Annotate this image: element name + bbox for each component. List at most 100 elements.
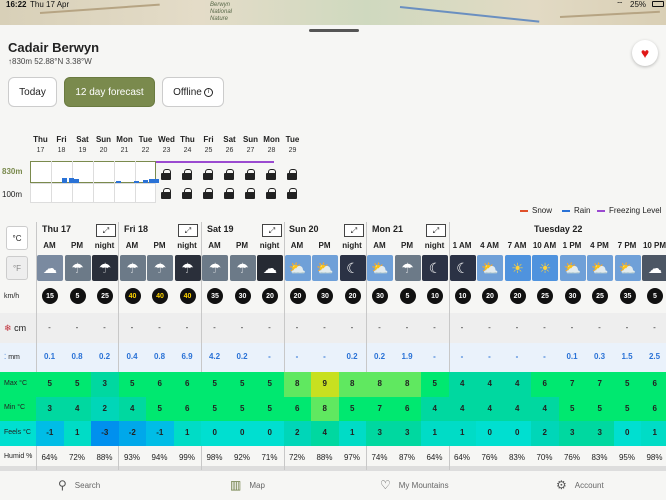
wind-speed-badge: 35	[207, 288, 223, 304]
min-temp-cell: 6	[283, 397, 311, 422]
wind-speed-badge: 10	[454, 288, 471, 304]
feels-temp-cell: 1	[173, 421, 201, 446]
rain-cell: 0.2	[373, 352, 386, 361]
min-temp-cell: 5	[146, 397, 174, 422]
rain-cell: 0.4	[126, 352, 138, 361]
nav-map-label: Map	[249, 480, 265, 490]
max-temp-cell: 5	[36, 372, 64, 397]
rain-unit-text: mm	[8, 354, 20, 361]
forecast-table: Thu 17 Fri 18 Sat 19 Sun 20 Mon 21 Tuesday 22…	[0, 0, 666, 470]
day-header: Sat 19	[207, 224, 234, 234]
hour-label: 1 AM	[452, 241, 472, 250]
cloud-icon: ☁	[642, 255, 666, 281]
snow-cell: -	[515, 323, 519, 332]
humidity-cell: 98%	[206, 453, 223, 462]
sun-cloud-icon: ⛅	[559, 255, 586, 281]
min-temp-cell: 5	[201, 397, 229, 422]
nav-account[interactable]: ⚙ Account	[556, 478, 604, 492]
humidity-cell: 71%	[261, 453, 278, 462]
feels-temp-cell: 1	[63, 421, 91, 446]
wind-unit-label: km/h	[4, 293, 20, 300]
min-temp-cell: 6	[173, 397, 201, 422]
cloud-rain-icon: ☂	[119, 255, 146, 281]
snow-cell: -	[598, 323, 601, 332]
wind-speed-badge: 30	[234, 288, 251, 304]
sun-cloud-icon: ⛅	[477, 255, 503, 281]
wind-speed-badge: 20	[289, 288, 306, 304]
nav-my-mountains[interactable]: ♡ My Mountains	[380, 478, 449, 492]
rain-cell: -	[268, 352, 271, 361]
rain-cell: 1.5	[621, 352, 633, 361]
hour-label: AM	[125, 241, 139, 250]
hour-label: night	[177, 241, 197, 250]
rain-cell: 0.2	[98, 352, 111, 361]
min-temp-cell: 4	[421, 397, 449, 422]
sun-icon: ☀	[532, 255, 558, 281]
expand-day-button[interactable]: ⤢	[178, 224, 198, 237]
snow-cell: -	[488, 323, 491, 332]
wind-speed-badge: 10	[427, 288, 443, 304]
expand-day-button[interactable]: ⤢	[426, 224, 446, 237]
min-temp-cell: 4	[476, 397, 504, 422]
snow-cell: -	[213, 323, 216, 332]
row-label-humid: Humid %	[4, 453, 33, 460]
hour-label: PM	[153, 241, 166, 250]
feels-temp-cell: 0	[503, 421, 531, 446]
rain-cell: 0.3	[593, 352, 606, 361]
feels-temp-cell: 3	[586, 421, 614, 446]
snow-cell: -	[570, 323, 574, 332]
hour-label: AM	[208, 241, 221, 250]
min-temp-cell: 7	[366, 397, 394, 422]
feels-temp-cell: -2	[118, 421, 146, 446]
snow-cell: -	[240, 323, 244, 332]
humidity-cell: 92%	[233, 453, 250, 462]
row-label-min: Min °C	[4, 404, 26, 411]
hour-label: PM	[318, 241, 331, 250]
feels-temp-cell: -1	[36, 421, 64, 446]
humidity-cell: 98%	[646, 453, 663, 462]
moon-cloud-icon: ☾	[339, 255, 366, 281]
day-header: Mon 21	[372, 224, 404, 234]
rain-cell: 0.8	[153, 352, 166, 361]
min-temp-cell: 4	[531, 397, 559, 422]
snowflake-icon: ❄	[4, 323, 12, 333]
nav-search[interactable]: ⚲ Search	[58, 478, 100, 492]
feels-temp-cell: 2	[531, 421, 559, 446]
wind-speed-badge: 20	[262, 288, 278, 304]
wind-speed-badge: 15	[42, 288, 58, 304]
day-header: Sun 20	[289, 224, 319, 234]
hour-label: 10 AM	[532, 241, 557, 250]
cloud-night-rain-icon: ☂	[92, 255, 118, 281]
sun-cloud-icon: ⛅	[367, 255, 393, 281]
hour-label: night	[259, 241, 280, 250]
max-temp-cell: 7	[586, 372, 614, 397]
gear-icon: ⚙	[556, 478, 567, 492]
hour-label: AM	[373, 241, 386, 250]
rain-cell: -	[295, 352, 299, 361]
max-temp-cell: 8	[338, 372, 366, 397]
snow-cell: -	[75, 323, 79, 332]
hour-label: PM	[236, 241, 248, 250]
min-temp-cell: 2	[91, 397, 119, 422]
feels-temp-cell: 1	[448, 421, 476, 446]
expand-day-button[interactable]: ⤢	[96, 224, 116, 237]
expand-day-button[interactable]: ⤢	[344, 224, 364, 237]
max-temp-cell: 5	[613, 372, 641, 397]
hour-label: AM	[290, 241, 304, 250]
hour-label: night	[342, 241, 362, 250]
snow-cell: -	[350, 323, 354, 332]
wind-speed-badge: 40	[124, 288, 141, 304]
feels-temp-cell: 0	[256, 421, 284, 446]
feels-temp-cell: 1	[338, 421, 366, 446]
snow-cell: -	[460, 323, 464, 332]
nav-map[interactable]: ▥ Map	[230, 478, 265, 492]
rain-cell: -	[488, 352, 491, 361]
sun-cloud-icon: ⛅	[312, 255, 338, 281]
humidity-cell: 83%	[591, 453, 608, 462]
wind-speed-badge: 25	[537, 288, 553, 304]
expand-day-button[interactable]: ⤢	[262, 224, 282, 237]
cloud-rain-icon: ☂	[147, 255, 173, 281]
raindrop-icon: ⁚	[4, 354, 7, 361]
wind-speed-badge: 30	[564, 288, 581, 304]
humidity-cell: 97%	[343, 453, 360, 462]
